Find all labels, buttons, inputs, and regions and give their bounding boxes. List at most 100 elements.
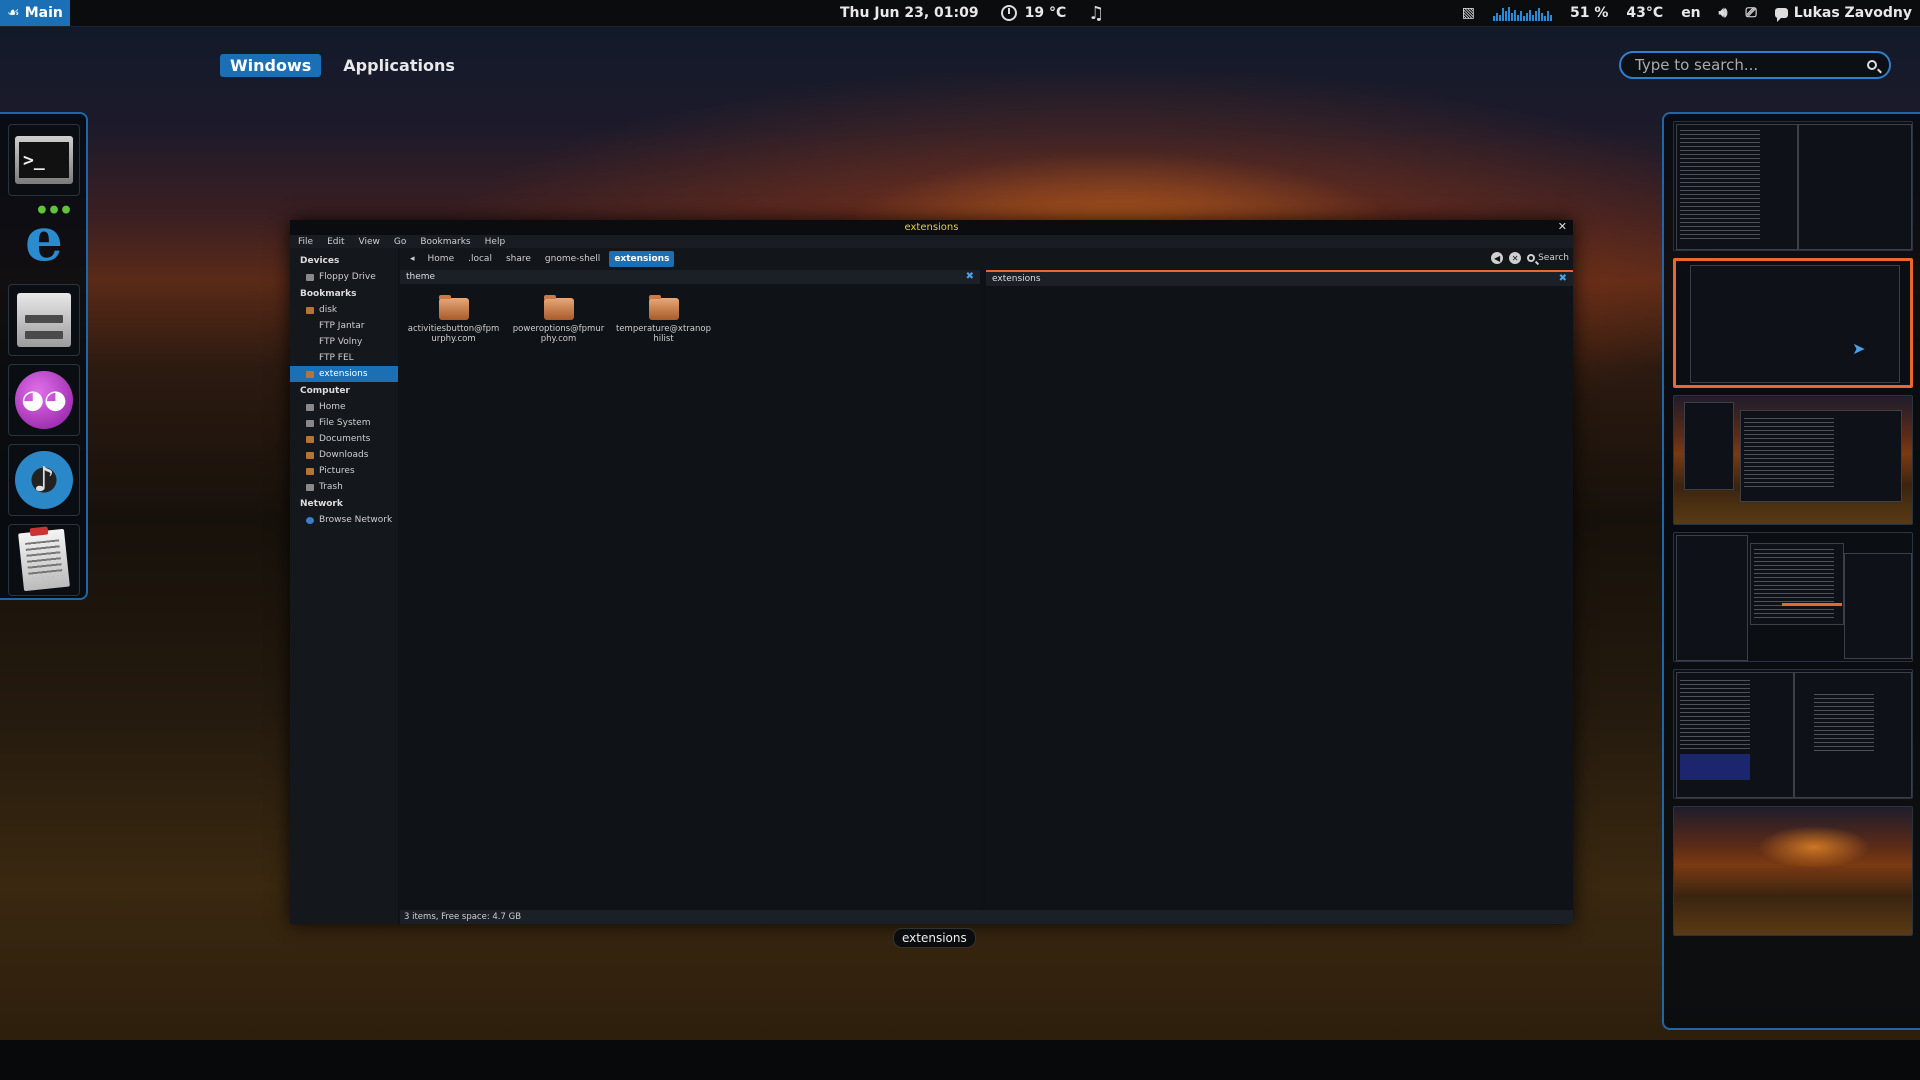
- file-name: temperature@xtranophilist: [616, 324, 711, 345]
- activities-button[interactable]: ☙ Main: [0, 0, 70, 26]
- sparkline-bar: [1505, 11, 1508, 21]
- bottom-strip: [0, 1040, 1920, 1080]
- sidebar-header-devices: Devices: [300, 256, 340, 266]
- file-item[interactable]: poweroptions@fpmurphy.com: [511, 295, 606, 344]
- keyboard-layout[interactable]: en: [1681, 5, 1700, 21]
- dash-epiphany[interactable]: e: [8, 200, 80, 276]
- panel-right: ▧ 51 % 43°C en 🔊︎ ⎚ Lukas Zavodny: [1462, 0, 1912, 26]
- menu-go[interactable]: Go: [394, 237, 406, 247]
- sidebar-item-home[interactable]: Home: [290, 399, 398, 415]
- sidebar-item-ftp-fel[interactable]: FTP FEL: [290, 350, 398, 366]
- menu-bookmarks[interactable]: Bookmarks: [420, 237, 470, 247]
- sparkline-bar: [1544, 16, 1547, 21]
- sidebar-item-pictures[interactable]: Pictures: [290, 463, 398, 479]
- workspace-1[interactable]: [1673, 121, 1913, 251]
- cpu-temperature[interactable]: 43°C: [1626, 5, 1663, 21]
- network-icon[interactable]: ⎚: [1745, 5, 1756, 21]
- sidebar-item-disk[interactable]: disk: [290, 302, 398, 318]
- clock[interactable]: Thu Jun 23, 01:09: [840, 5, 979, 21]
- sidebar-item-trash[interactable]: Trash: [290, 479, 398, 495]
- path-bar: ◂ Home .local share gnome-shell extensio…: [400, 248, 1573, 270]
- sidebar-item-ftp-jantar[interactable]: FTP Jantar: [290, 318, 398, 334]
- dash-file-manager[interactable]: [8, 284, 80, 356]
- sidebar-item-documents[interactable]: Documents: [290, 431, 398, 447]
- menu-help[interactable]: Help: [485, 237, 506, 247]
- overview-search: [1619, 51, 1891, 79]
- tab-applications[interactable]: Applications: [333, 54, 465, 77]
- sidebar-item-label: Home: [319, 402, 346, 412]
- dash-document-viewer[interactable]: [8, 524, 80, 596]
- pane-close-icon[interactable]: ✖: [966, 271, 974, 282]
- search-input[interactable]: [1633, 55, 1867, 75]
- music-note-icon[interactable]: ♫: [1088, 3, 1104, 24]
- path-back-arrow-icon[interactable]: ◂: [406, 254, 419, 264]
- search-button[interactable]: Search: [1527, 253, 1569, 263]
- sidebar-item-filesystem[interactable]: File System: [290, 415, 398, 431]
- window-titlebar[interactable]: extensions ✕: [290, 220, 1573, 235]
- workspace-2[interactable]: ➤: [1673, 258, 1913, 388]
- search-icon: [1527, 254, 1536, 262]
- cpu-sparkline[interactable]: [1493, 5, 1553, 21]
- crumb-extensions[interactable]: extensions: [609, 251, 675, 267]
- file-manager-window[interactable]: extensions ✕ File Edit View Go Bookmarks…: [290, 220, 1573, 924]
- window-caption: extensions: [893, 928, 976, 948]
- workspace-5[interactable]: [1673, 669, 1913, 799]
- weather-temp: 19 °C: [1024, 5, 1067, 21]
- user-menu[interactable]: Lukas Zavodny: [1774, 5, 1912, 22]
- tab-windows[interactable]: Windows: [220, 54, 322, 77]
- sparkline-bar: [1508, 7, 1511, 21]
- volume-icon[interactable]: 🔊︎: [1719, 5, 1728, 21]
- sidebar-item-label: Trash: [319, 482, 343, 492]
- crumb-home[interactable]: Home: [423, 251, 460, 267]
- file-item[interactable]: temperature@xtranophilist: [616, 295, 711, 345]
- sidebar-item-label: Downloads: [319, 450, 369, 460]
- status-text: 3 items, Free space: 4.7 GB: [404, 912, 522, 922]
- globe-icon: [306, 516, 314, 524]
- back-icon[interactable]: ◀: [1491, 252, 1504, 264]
- trash-icon: [306, 483, 314, 491]
- sparkline-bar: [1517, 15, 1520, 21]
- workspace-6[interactable]: [1673, 806, 1913, 936]
- crumb-gnome-shell[interactable]: gnome-shell: [540, 251, 605, 267]
- floppy-icon: [306, 273, 314, 281]
- sidebar-item-browse-network[interactable]: Browse Network: [290, 512, 398, 528]
- sidebar-item-label: Documents: [319, 434, 371, 444]
- content-area: ◂ Home .local share gnome-shell extensio…: [400, 248, 1573, 924]
- weather-indicator[interactable]: 19 °C: [1000, 5, 1067, 21]
- menu-edit[interactable]: Edit: [327, 237, 344, 247]
- pane-right[interactable]: extensions ✖: [986, 270, 1573, 910]
- workspace-3[interactable]: [1673, 395, 1913, 525]
- pane-close-icon[interactable]: ✖: [1559, 273, 1567, 284]
- sidebar-item-ftp-volny[interactable]: FTP Volny: [290, 334, 398, 350]
- close-icon[interactable]: ✕: [1558, 220, 1567, 233]
- sparkline-bar: [1535, 11, 1538, 21]
- system-monitor-icon[interactable]: ▧: [1462, 5, 1475, 21]
- crumb-share[interactable]: share: [501, 251, 536, 267]
- crumb-local[interactable]: .local: [463, 251, 497, 267]
- sidebar-item-floppy[interactable]: Floppy Drive: [290, 269, 398, 285]
- pane-left-title: theme: [406, 272, 436, 282]
- terminal-icon: >_: [15, 136, 73, 184]
- file-item[interactable]: activitiesbutton@fpmurphy.com: [406, 295, 501, 344]
- workspace-switcher: ➤: [1662, 112, 1920, 1030]
- workspace-text-lines: [1754, 549, 1834, 619]
- dash-empathy[interactable]: ◕◕: [8, 364, 80, 436]
- window-title: extensions: [904, 222, 959, 233]
- dash-music-player[interactable]: ♪: [8, 444, 80, 516]
- sparkline-bar: [1550, 15, 1553, 21]
- sparkline-bar: [1514, 10, 1517, 21]
- split-panes: theme ✖ activitiesbutton@fpmurphy.com po…: [400, 270, 1573, 910]
- dash-terminal[interactable]: >_: [8, 124, 80, 196]
- folder-icon: [306, 370, 314, 378]
- stop-icon[interactable]: ✕: [1509, 252, 1522, 264]
- menu-file[interactable]: File: [298, 237, 313, 247]
- cpu-percent[interactable]: 51 %: [1570, 5, 1608, 21]
- sidebar-item-downloads[interactable]: Downloads: [290, 447, 398, 463]
- pane-left[interactable]: theme ✖ activitiesbutton@fpmurphy.com po…: [400, 270, 980, 910]
- sidebar-item-extensions[interactable]: extensions: [290, 366, 398, 382]
- sparkline-bar: [1526, 13, 1529, 21]
- workspace-4[interactable]: [1673, 532, 1913, 662]
- menu-view[interactable]: View: [359, 237, 380, 247]
- window-caption-text: extensions: [902, 931, 967, 945]
- pane-left-header: theme ✖: [400, 270, 980, 284]
